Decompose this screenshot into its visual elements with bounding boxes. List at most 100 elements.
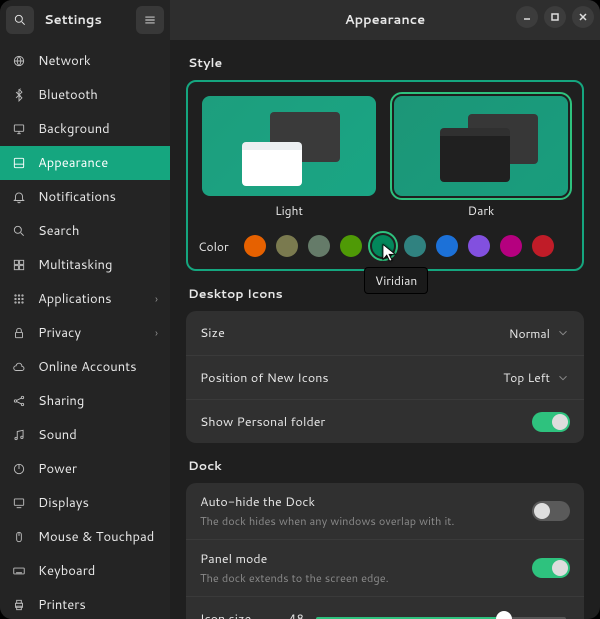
slider-thumb[interactable] — [496, 611, 512, 619]
sidebar-item-search[interactable]: Search — [0, 214, 170, 248]
sidebar-item-label: Notifications — [38, 188, 116, 206]
row-panelmode: Panel mode The dock extends to the scree… — [186, 539, 584, 596]
sidebar-item-multitasking[interactable]: Multitasking — [0, 248, 170, 282]
sidebar-item-online-accounts[interactable]: Online Accounts — [0, 350, 170, 384]
sidebar-item-label: Sound — [38, 426, 77, 444]
row-personal-folder: Show Personal folder — [186, 399, 584, 443]
theme-preview — [202, 96, 376, 196]
sidebar-item-mouse-touchpad[interactable]: Mouse & Touchpad — [0, 520, 170, 554]
sidebar-item-bluetooth[interactable]: Bluetooth — [0, 78, 170, 112]
personal-folder-switch[interactable] — [532, 412, 570, 432]
printer-icon — [12, 598, 26, 612]
color-swatch-viridian[interactable]: Viridian — [372, 235, 394, 257]
row-position-value: Top Left — [503, 369, 550, 386]
chevron-right-icon: › — [155, 325, 158, 341]
sidebar-item-displays[interactable]: Displays — [0, 486, 170, 520]
sidebar-item-background[interactable]: Background — [0, 112, 170, 146]
panelmode-switch[interactable] — [532, 558, 570, 578]
color-swatch-bark[interactable] — [276, 235, 298, 257]
color-swatch-purple[interactable] — [468, 235, 490, 257]
sidebar-item-label: Displays — [38, 494, 89, 512]
page-title: Appearance — [345, 11, 425, 29]
app-title: Settings — [40, 11, 130, 29]
color-swatches: Viridian — [244, 235, 572, 257]
cloud-icon — [12, 360, 26, 374]
sidebar-item-label: Appearance — [38, 154, 108, 172]
row-panelmode-label: Panel mode — [200, 550, 532, 568]
maximize-button[interactable] — [544, 6, 566, 28]
sidebar-item-privacy[interactable]: Privacy › — [0, 316, 170, 350]
sidebar-item-network[interactable]: Network — [0, 44, 170, 78]
sidebar-item-sharing[interactable]: Sharing — [0, 384, 170, 418]
sidebar-item-label: Keyboard — [38, 562, 95, 580]
row-position-label: Position of New Icons — [200, 369, 503, 387]
sidebar-item-label: Mouse & Touchpad — [38, 528, 154, 546]
close-icon — [578, 12, 588, 22]
window-controls — [516, 6, 594, 28]
iconsize-value: 48 — [284, 610, 304, 619]
content: Style LightDark Color Viridian Desktop I… — [170, 40, 600, 619]
row-autohide-label: Auto-hide the Dock — [200, 493, 532, 511]
keyboard-icon — [12, 564, 26, 578]
row-iconsize: Icon size 48 — [186, 596, 584, 619]
share-icon — [12, 394, 26, 408]
chevron-down-icon — [556, 371, 570, 385]
color-swatch-olive[interactable] — [340, 235, 362, 257]
cursor-icon — [380, 243, 398, 261]
sidebar-item-notifications[interactable]: Notifications — [0, 180, 170, 214]
sidebar-item-printers[interactable]: Printers — [0, 588, 170, 619]
color-label: Color — [198, 238, 234, 255]
autohide-switch[interactable] — [532, 501, 570, 521]
theme-card-dark[interactable]: Dark — [390, 92, 572, 223]
mouse-icon — [12, 530, 26, 544]
minimize-icon — [522, 12, 532, 22]
sidebar-item-appearance[interactable]: Appearance — [0, 146, 170, 180]
chevron-right-icon: › — [155, 291, 158, 307]
theme-row: Light Dark — [198, 92, 572, 223]
sidebar-item-applications[interactable]: Applications › — [0, 282, 170, 316]
sidebar-item-label: Online Accounts — [38, 358, 137, 376]
row-size[interactable]: Size Normal — [186, 311, 584, 355]
desktop-icons-group: Size Normal Position of New Icons Top Le… — [186, 311, 584, 443]
style-section-title: Style — [188, 54, 582, 72]
hamburger-button[interactable] — [136, 6, 164, 34]
sidebar-item-label: Privacy — [38, 324, 81, 342]
row-position[interactable]: Position of New Icons Top Left — [186, 355, 584, 399]
bluetooth-icon — [12, 88, 26, 102]
color-swatch-magenta[interactable] — [500, 235, 522, 257]
sidebar-item-sound[interactable]: Sound — [0, 418, 170, 452]
dock-group: Auto-hide the Dock The dock hides when a… — [186, 483, 584, 619]
theme-label: Light — [275, 202, 303, 219]
maximize-icon — [550, 12, 560, 22]
sidebar-item-label: Background — [38, 120, 110, 138]
desktop-icon — [12, 122, 26, 136]
search-icon — [13, 13, 27, 27]
minimize-button[interactable] — [516, 6, 538, 28]
close-button[interactable] — [572, 6, 594, 28]
theme-preview — [394, 96, 568, 196]
sidebar-item-label: Multitasking — [38, 256, 112, 274]
sidebar: Settings NetworkBluetooth Background Appea… — [0, 0, 170, 619]
sidebar-nav: NetworkBluetooth Background Appearance Noti… — [0, 40, 170, 619]
lock-icon — [12, 326, 26, 340]
color-row: Color Viridian — [198, 235, 572, 257]
sidebar-item-power[interactable]: Power — [0, 452, 170, 486]
color-swatch-prussian[interactable] — [404, 235, 426, 257]
style-box: Light Dark Color Viridian — [186, 80, 584, 271]
color-swatch-red[interactable] — [532, 235, 554, 257]
sidebar-item-label: Search — [38, 222, 79, 240]
color-swatch-sage[interactable] — [308, 235, 330, 257]
color-swatch-blue[interactable] — [436, 235, 458, 257]
sidebar-item-keyboard[interactable]: Keyboard — [0, 554, 170, 588]
grid-icon — [12, 258, 26, 272]
color-tooltip: Viridian — [364, 267, 428, 294]
dock-section-title: Dock — [188, 457, 582, 475]
sidebar-item-label: Applications — [38, 290, 112, 308]
theme-card-light[interactable]: Light — [198, 92, 380, 223]
sidebar-item-label: Power — [38, 460, 77, 478]
search-button[interactable] — [6, 6, 34, 34]
main-header: Appearance — [170, 0, 600, 40]
row-size-label: Size — [200, 324, 509, 342]
color-swatch-orange[interactable] — [244, 235, 266, 257]
sidebar-header: Settings — [0, 0, 170, 40]
